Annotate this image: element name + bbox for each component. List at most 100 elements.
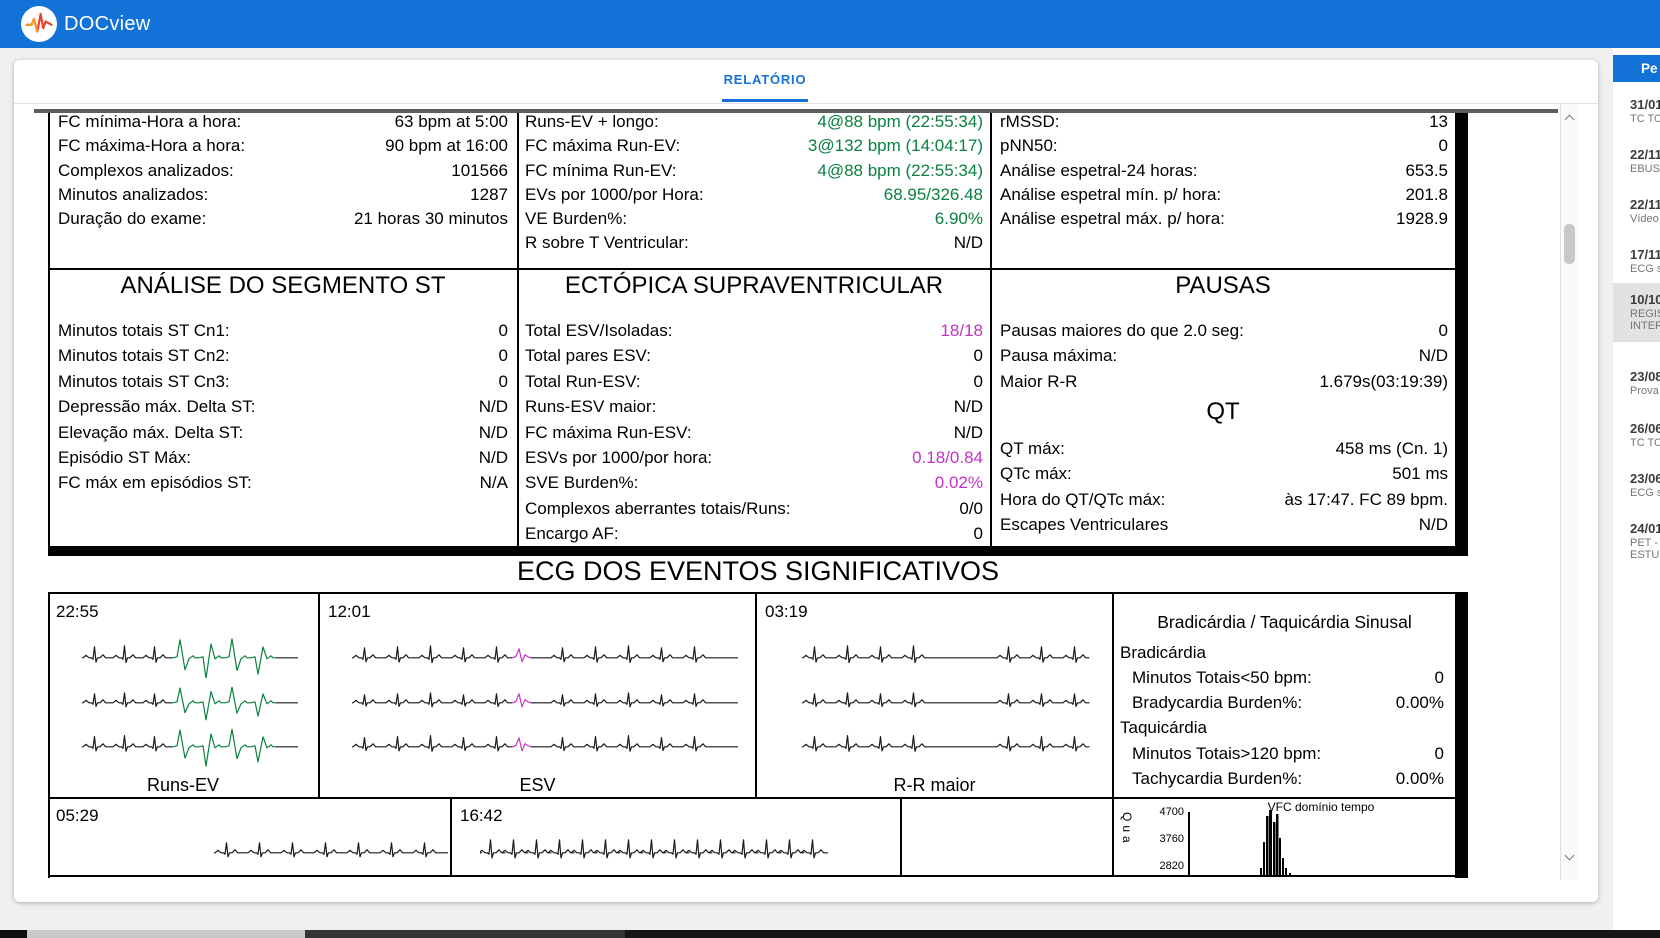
event-time: 12:01	[328, 602, 371, 622]
vfc-y-axis-label: Qua	[1120, 812, 1134, 847]
report-row: Minutos totais ST Cn2:0	[58, 343, 508, 368]
ecg-strip-pause	[800, 636, 1090, 678]
section-title-supraventricular: ECTÓPICA SUPRAVENTRICULAR	[517, 272, 991, 300]
exam-date: 24/01	[1630, 520, 1660, 537]
events-table-border-top	[48, 592, 1468, 594]
supraventricular-rows: Total ESV/Isoladas:18/18Total pares ESV:…	[525, 318, 983, 547]
scroll-down-arrow-icon[interactable]	[1565, 851, 1575, 861]
qt-rows: QT máx:458 ms (Cn. 1)QTc máx:501 msHora …	[1000, 436, 1448, 538]
summary-col3-rows: rMSSD:13pNN50:0Análise espetral-24 horas…	[1000, 110, 1448, 231]
scrollbar-thumb[interactable]	[1564, 224, 1575, 264]
sidebar-item-exam[interactable]: 22/11Vídeo	[1613, 188, 1660, 233]
report-row: FC mínima Run-EV:4@88 bpm (22:55:34)	[525, 159, 983, 183]
sidebar-item-exam[interactable]: 23/08Prova	[1613, 360, 1660, 405]
exam-description: EBUS	[1630, 163, 1660, 175]
exam-description: INTER	[1630, 320, 1660, 332]
sidebar-item-exam[interactable]: 22/11EBUS	[1613, 138, 1660, 183]
report-row: Elevação máx. Delta ST:N/D	[58, 420, 508, 445]
report-row: Minutos totais ST Cn1:0	[58, 318, 508, 343]
report-row: R sobre T Ventricular:N/D	[525, 231, 983, 255]
ecg-strip-run	[80, 636, 300, 678]
exam-description: Prova	[1630, 385, 1660, 397]
events-table-border-right	[1455, 592, 1468, 878]
exam-date: 23/08	[1630, 368, 1660, 385]
report-scroll-viewport[interactable]: FC mínima-Hora a hora:63 bpm at 5:00 FC m…	[30, 104, 1578, 880]
vfc-tick-4700: 4700	[1144, 806, 1184, 818]
ecg-strip-run	[80, 725, 300, 767]
vfc-tick-2820: 2820	[1144, 860, 1184, 872]
bradytachy-title: Bradicárdia / Taquicárdia Sinusal	[1114, 612, 1455, 633]
events-table-divider-r1c2	[755, 592, 757, 797]
st-rows: Minutos totais ST Cn1:0Minutos totais ST…	[58, 318, 508, 496]
events-table-divider-r1c1	[318, 592, 320, 797]
summary-col2-rows: Runs-EV + longo:4@88 bpm (22:55:34)FC má…	[525, 110, 983, 256]
ecg-strip-esv	[350, 636, 740, 678]
summary-table-border-left	[48, 109, 50, 556]
exam-date: 10/10	[1630, 291, 1660, 308]
event-time: 22:55	[56, 602, 99, 622]
exam-date: 31/01	[1630, 96, 1660, 113]
report-row: Análise espetral máx. p/ hora:1928.9	[1000, 207, 1448, 231]
event-time: 16:42	[460, 806, 503, 826]
exam-description: REGIS	[1630, 308, 1660, 320]
sidebar-item-exam[interactable]: 26/06TC TO	[1613, 412, 1660, 457]
bottom-taskbar-strip	[0, 930, 27, 938]
report-row: Hora do QT/QTc máx:às 17:47. FC 89 bpm.	[1000, 487, 1448, 512]
app-header-bar: DOCview	[0, 0, 1660, 48]
tab-relatorio[interactable]: RELATÓRIO	[703, 72, 827, 87]
sidebar-item-exam[interactable]: 17/11ECG s	[1613, 238, 1660, 283]
summary-table-border-bottom	[48, 546, 1468, 556]
summary-table-border-right	[1455, 109, 1468, 556]
scroll-up-arrow-icon[interactable]	[1565, 115, 1575, 125]
report-row: Duração do exame:21 horas 30 minutos	[58, 207, 508, 231]
ecg-strip-esv	[350, 681, 740, 723]
report-row: Total pares ESV:0	[525, 343, 983, 368]
exam-description: ECG s	[1630, 487, 1660, 499]
event-label: R-R maior	[757, 775, 1112, 796]
report-page-top-edge	[34, 109, 1558, 113]
ecg-strip-normal	[212, 832, 450, 872]
report-row: Episódio ST Máx:N/D	[58, 445, 508, 470]
report-row: pNN50:0	[1000, 134, 1448, 158]
exam-date: 22/11	[1630, 146, 1660, 163]
vfc-histogram	[1190, 804, 1452, 876]
exam-description: PET -	[1630, 537, 1660, 549]
bottom-taskbar-strip	[305, 930, 625, 938]
event-time: 05:29	[56, 806, 99, 826]
exam-history-sidebar: Pe 31/01TC TO22/11EBUS22/11Vídeo17/11ECG…	[1613, 48, 1660, 938]
exam-date: 22/11	[1630, 196, 1660, 213]
exam-date: 23/06	[1630, 470, 1660, 487]
app-logo	[21, 6, 57, 42]
summary-col1-rows: FC mínima-Hora a hora:63 bpm at 5:00FC m…	[58, 110, 508, 231]
events-table-divider-col4	[1112, 592, 1114, 877]
report-row: Complexos aberrantes totais/Runs:0/0	[525, 496, 983, 521]
vfc-tick-3760: 3760	[1144, 833, 1184, 845]
report-row: QT máx:458 ms (Cn. 1)	[1000, 436, 1448, 461]
tab-active-indicator	[722, 99, 808, 102]
report-vertical-scrollbar[interactable]	[1560, 104, 1578, 880]
events-table-row-divider	[48, 797, 1455, 799]
sidebar-item-exam[interactable]: 23/06ECG s	[1613, 462, 1660, 507]
exam-description: TC TO	[1630, 437, 1660, 449]
ecg-strip-run	[80, 681, 300, 723]
events-table-divider-r2c1	[450, 797, 452, 877]
report-row: Complexos analizados:101566	[58, 159, 508, 183]
report-row: SVE Burden%:0.02%	[525, 470, 983, 495]
sidebar-item-exam[interactable]: 31/01TC TO	[1613, 88, 1660, 133]
bottom-taskbar-strip	[625, 930, 1660, 938]
report-row: Minutos totais ST Cn3:0	[58, 369, 508, 394]
report-row: FC mínima-Hora a hora:63 bpm at 5:00	[58, 110, 508, 134]
exam-description: TC TO	[1630, 113, 1660, 125]
event-time: 03:19	[765, 602, 808, 622]
event-label: ESV	[320, 775, 755, 796]
ecg-waveform-icon	[24, 9, 54, 39]
report-row: EVs por 1000/por Hora:68.95/326.48	[525, 183, 983, 207]
sidebar-item-exam[interactable]: 10/10REGISINTER	[1613, 283, 1660, 342]
events-table-divider-r2c2	[900, 797, 902, 877]
report-row: FC máxima Run-EV:3@132 bpm (14:04:17)	[525, 134, 983, 158]
report-row: Análise espetral-24 horas:653.5	[1000, 159, 1448, 183]
section-title-pausas: PAUSAS	[991, 272, 1455, 300]
sidebar-item-exam[interactable]: 24/01PET -ESTU	[1613, 512, 1660, 569]
report-row: Depressão máx. Delta ST:N/D	[58, 394, 508, 419]
event-label: Runs-EV	[48, 775, 318, 796]
